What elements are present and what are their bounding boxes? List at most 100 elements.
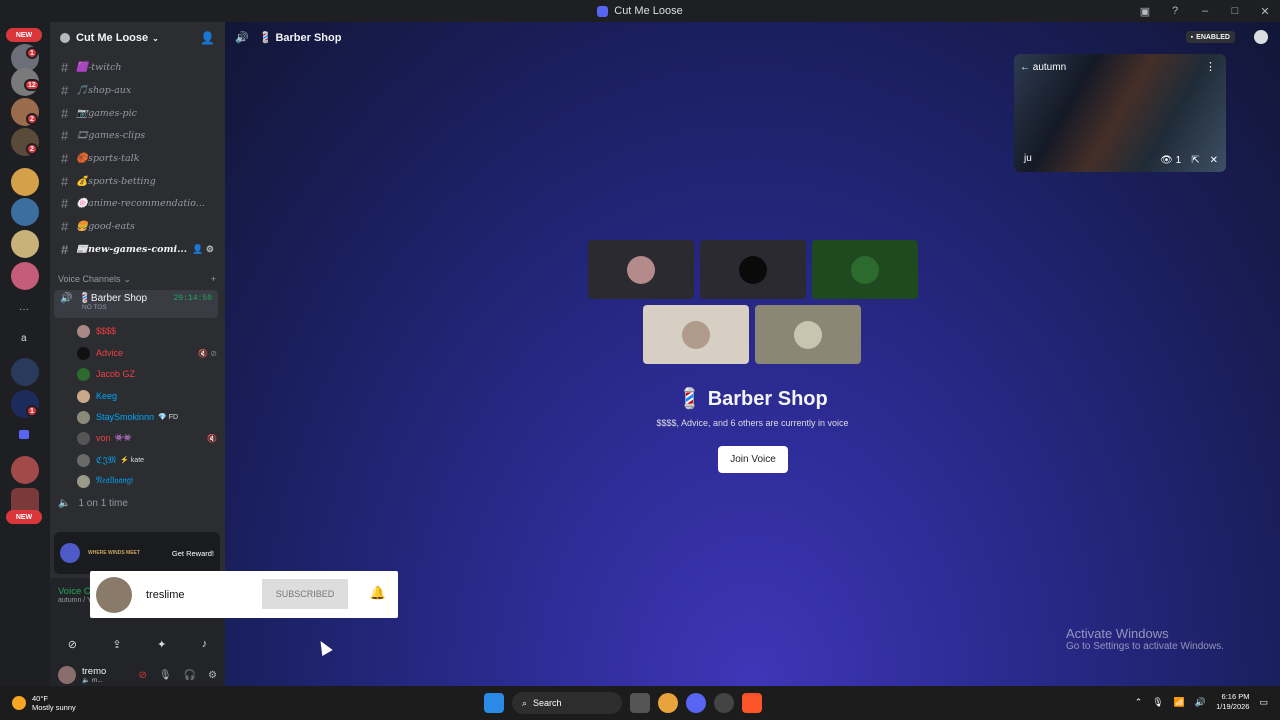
stream-title[interactable]: ← autumn xyxy=(1020,62,1066,73)
volume-icon[interactable]: 🔊 xyxy=(1195,697,1206,708)
server-icon[interactable] xyxy=(11,230,39,258)
participant-tile[interactable] xyxy=(755,305,861,364)
task-view-icon[interactable] xyxy=(630,693,650,713)
hash-icon: # xyxy=(61,127,69,143)
channel-item[interactable]: # 🎵shop-aux xyxy=(56,80,216,100)
app-icon[interactable] xyxy=(714,693,734,713)
participant-tile[interactable] xyxy=(812,240,918,299)
temperature: 40°F xyxy=(32,694,48,703)
brave-icon[interactable] xyxy=(742,693,762,713)
soundboard-icon[interactable]: ♪ xyxy=(202,638,208,651)
channel-item[interactable]: # 📰new-games-comi... 👤 ⚙ xyxy=(56,239,216,259)
avatar[interactable] xyxy=(58,666,76,684)
chevron-up-icon[interactable]: ⌃ xyxy=(1135,697,1143,708)
channel-item[interactable]: # 💰sports-betting xyxy=(56,171,216,191)
server-icon[interactable] xyxy=(11,358,39,386)
voice-timer: 29:14:50 xyxy=(173,294,212,303)
add-member-icon[interactable]: 👤 xyxy=(200,31,215,45)
minimize-icon[interactable]: – xyxy=(1190,5,1220,17)
voice-member[interactable]: Advice 🔇 ⊘ xyxy=(77,344,217,362)
mention-badge: 2 xyxy=(26,113,38,125)
voice-status: NO TOS xyxy=(82,304,107,311)
discord-icon[interactable] xyxy=(686,693,706,713)
member-name: $$$$ xyxy=(96,326,117,336)
server-icon[interactable] xyxy=(11,198,39,226)
member-name: von xyxy=(96,433,111,443)
more-icon[interactable]: ··· xyxy=(19,304,29,315)
close-icon[interactable]: ✕ xyxy=(1210,155,1218,166)
camera-off-icon[interactable]: ⊘ xyxy=(68,638,77,651)
subscribe-overlay: treslime SUBSCRIBED 🔔 xyxy=(90,571,398,618)
get-reward-button[interactable]: Get Reward! xyxy=(172,549,214,558)
microphone-icon[interactable]: 🎙 xyxy=(159,670,172,681)
voice-member[interactable]: 𝔑𝔢𝔞𝔩𝔩𝔶𝔞𝔫𝔤𝔦 xyxy=(77,472,217,490)
avatar xyxy=(77,431,90,445)
voice-member[interactable]: ℭ𝔍𝔐 ⚡ kate xyxy=(77,451,217,469)
bell-icon[interactable]: 🔔 xyxy=(370,585,386,601)
windows-taskbar: 40°F Mostly sunny ⌕ Search ⌃ 🎙 📶 🔊 6:16 P… xyxy=(0,686,1280,720)
taskbar-search[interactable]: ⌕ Search xyxy=(512,692,622,714)
stream-preview[interactable]: ← autumn ⋮ ju 👁 1 ⇱ ✕ xyxy=(1014,54,1226,172)
voice-member[interactable]: StaySmokinnn 💎 FD xyxy=(77,408,217,426)
voice-member[interactable]: Keeg xyxy=(77,387,217,405)
popout-icon[interactable]: ⇱ xyxy=(1191,155,1199,166)
participant-tile[interactable] xyxy=(643,305,749,364)
weather-condition: Mostly sunny xyxy=(32,703,76,712)
participant-tile[interactable] xyxy=(700,240,806,299)
channel-item[interactable]: # 🍔good-eats xyxy=(56,216,216,236)
channel-item[interactable]: # 📷games-pic xyxy=(56,103,216,123)
inbox-icon[interactable]: ▣ xyxy=(1130,5,1160,18)
channel-item[interactable]: # 🏀sports-talk xyxy=(56,148,216,168)
promo-banner[interactable]: WHERE WINDS MEET Get Reward! xyxy=(54,532,220,574)
gear-icon[interactable]: ⚙ xyxy=(208,670,217,681)
user-status: 🔈 m... xyxy=(82,676,103,684)
new-badge: NEW xyxy=(6,510,42,524)
help-icon[interactable]: ? xyxy=(1160,5,1190,17)
clock[interactable]: 6:16 PM 1/19/2026 xyxy=(1216,692,1249,712)
voice-member[interactable]: $$$$ xyxy=(77,322,217,340)
add-channel-icon[interactable]: + xyxy=(211,274,216,285)
voice-member[interactable]: Jacob GZ xyxy=(77,365,217,383)
channel-item[interactable]: # 🎞games-clips xyxy=(56,125,216,145)
wifi-icon[interactable]: 📶 xyxy=(1174,697,1185,708)
maximize-icon[interactable]: □ xyxy=(1220,5,1250,17)
join-voice-button[interactable]: Join Voice xyxy=(718,446,788,473)
member-name: Advice xyxy=(96,348,124,358)
server-icon[interactable] xyxy=(11,168,39,196)
folder-icon[interactable] xyxy=(19,430,29,439)
notification-icon[interactable]: ▭ xyxy=(1259,697,1268,708)
channel-item[interactable]: # 🟪-twitch xyxy=(56,57,216,77)
participant-tile[interactable] xyxy=(588,240,694,299)
screen-share-icon[interactable]: ⇪ xyxy=(112,638,121,651)
window-title: Cut Me Loose xyxy=(614,5,683,17)
channel-settings-icons[interactable]: 👤 ⚙ xyxy=(192,244,216,255)
mute-icon: 🔇 xyxy=(207,433,217,443)
sun-icon xyxy=(12,696,26,710)
microphone-icon[interactable]: 🎙 xyxy=(1152,697,1163,708)
voice-channel-barber-shop[interactable]: 🔊 💈Barber Shop 29:14:50 NO TOS xyxy=(54,290,218,318)
hash-icon: # xyxy=(61,105,69,121)
camera-off-icon[interactable]: ⊘ xyxy=(138,670,146,681)
server-header[interactable]: Cut Me Loose ⌄ 👤 xyxy=(50,22,225,54)
voice-category[interactable]: Voice Channels ⌄ + xyxy=(58,274,216,285)
more-icon[interactable]: ⋮ xyxy=(1205,60,1216,73)
headphones-icon[interactable]: 🎧 xyxy=(184,670,196,681)
server-icon[interactable] xyxy=(11,262,39,290)
chat-icon[interactable] xyxy=(1254,30,1268,44)
server-initial[interactable]: a xyxy=(21,333,27,344)
avatar xyxy=(682,320,710,349)
enabled-badge[interactable]: ▪ ENABLED xyxy=(1185,31,1235,43)
start-icon[interactable] xyxy=(484,693,504,713)
channel-item[interactable]: # 🍥anime-recommendatio... xyxy=(56,193,216,213)
weather-widget[interactable]: 40°F Mostly sunny xyxy=(12,694,76,712)
server-icon[interactable] xyxy=(11,456,39,484)
voice-member[interactable]: von 👾👾 🔇 xyxy=(77,429,217,447)
subscribed-button[interactable]: SUBSCRIBED xyxy=(262,579,348,609)
channel-label: 📰new-games-comi... xyxy=(76,243,188,255)
activities-icon[interactable]: ✦ xyxy=(157,638,166,651)
chrome-icon[interactable] xyxy=(658,693,678,713)
voice-channel-name: 1 on 1 time xyxy=(78,498,128,509)
watermark-title: Activate Windows xyxy=(1066,626,1169,641)
voice-channel-1on1[interactable]: 🔈 1 on 1 time xyxy=(58,498,128,509)
close-icon[interactable]: ✕ xyxy=(1250,5,1280,18)
